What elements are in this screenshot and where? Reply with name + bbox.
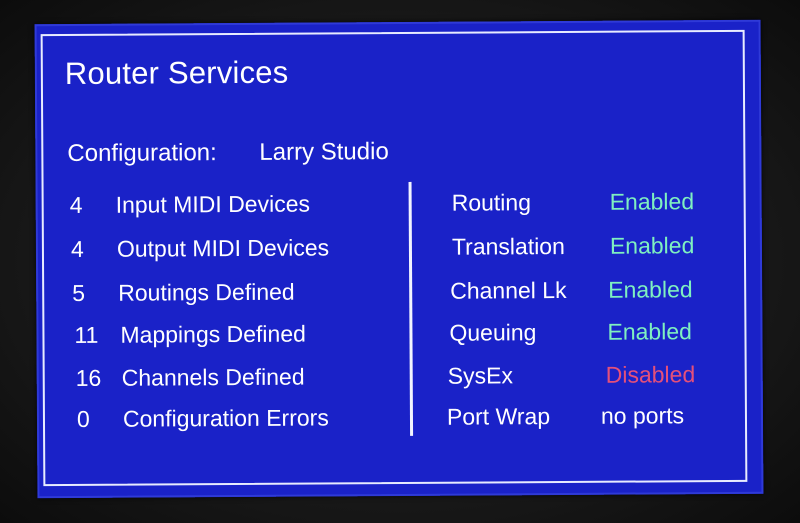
stat-count: 11: [74, 321, 99, 348]
service-name: Routing: [451, 189, 532, 216]
service-status: Enabled: [607, 318, 692, 345]
stat-count: 4: [70, 235, 84, 263]
stat-label: Output MIDI Devices: [116, 234, 330, 262]
service-name: Port Wrap: [446, 403, 551, 430]
service-status: no ports: [600, 402, 685, 429]
configuration-value: Larry Studio: [259, 138, 389, 166]
stat-count: 5: [72, 279, 86, 306]
page-title: Router Services: [64, 54, 289, 92]
stat-count: 0: [76, 405, 90, 432]
stat-label: Input MIDI Devices: [115, 190, 311, 218]
service-status: Enabled: [608, 276, 693, 303]
stat-label: Mappings Defined: [120, 320, 306, 348]
stat-label: Configuration Errors: [122, 404, 329, 432]
stat-label: Routings Defined: [118, 278, 295, 306]
stat-count: 4: [69, 191, 83, 219]
stat-count: 16: [75, 364, 102, 391]
service-status: Disabled: [605, 361, 696, 388]
service-name: SysEx: [447, 362, 513, 389]
service-name: Channel Lk: [450, 276, 567, 304]
configuration-line: Configuration: Larry Studio: [67, 138, 389, 168]
service-name: Queuing: [449, 319, 537, 346]
service-status: Enabled: [609, 188, 695, 215]
service-status: Enabled: [609, 232, 695, 259]
stat-label: Channels Defined: [121, 363, 305, 391]
display-screen: Router Services Configuration: Larry Stud…: [34, 19, 764, 499]
service-name: Translation: [451, 232, 565, 260]
configuration-label: Configuration:: [67, 139, 217, 168]
